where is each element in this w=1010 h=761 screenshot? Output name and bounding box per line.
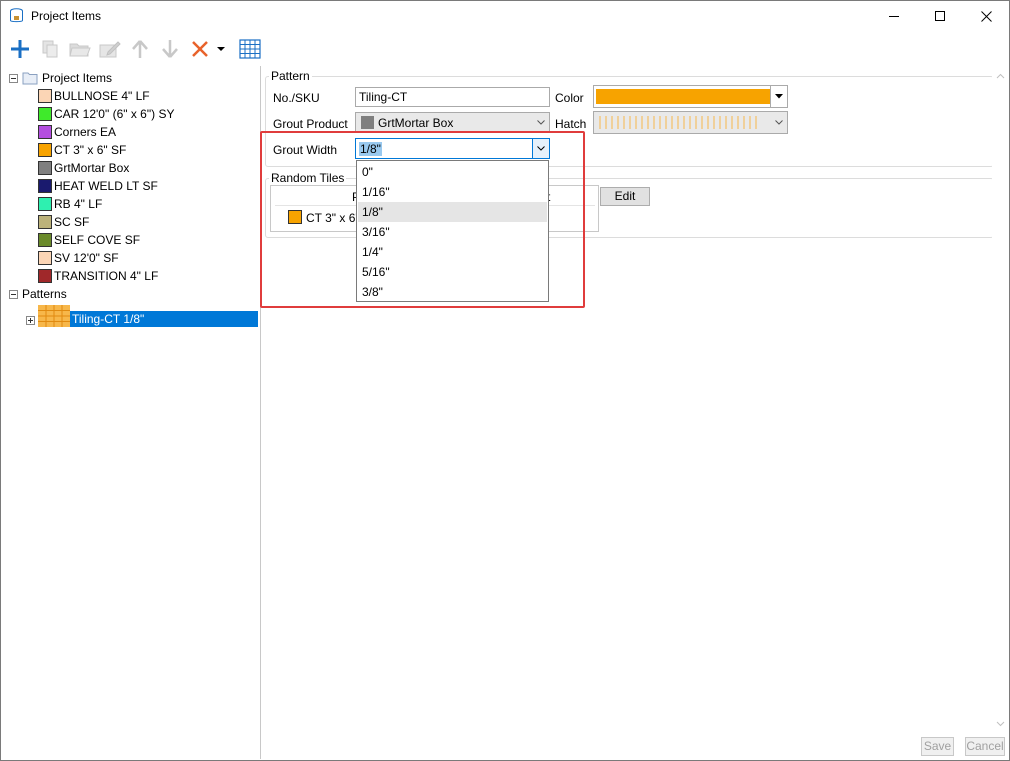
grid-icon	[239, 39, 261, 59]
tree-item[interactable]: GrtMortar Box	[38, 159, 129, 177]
color-swatch	[596, 89, 770, 104]
delete-options-dropdown[interactable]	[213, 36, 229, 62]
color-swatch	[38, 89, 52, 103]
vertical-scrollbar[interactable]	[992, 66, 1009, 734]
color-swatch	[38, 197, 52, 211]
window-title: Project Items	[31, 9, 102, 23]
open-button[interactable]	[67, 36, 93, 62]
tree-item-label: SV 12'0" SF	[54, 251, 119, 265]
color-swatch	[38, 125, 52, 139]
folder-open-icon	[69, 43, 91, 57]
edit-button[interactable]	[97, 36, 123, 62]
color-swatch	[38, 215, 52, 229]
tree-item-label: SC SF	[54, 215, 90, 229]
scroll-up-icon[interactable]	[992, 68, 1009, 85]
color-swatch	[38, 179, 52, 193]
color-swatch	[38, 107, 52, 121]
scroll-down-icon[interactable]	[992, 715, 1009, 732]
chevron-down-icon	[533, 113, 549, 132]
hatch-pattern-preview	[599, 116, 757, 129]
delete-x-icon	[192, 41, 208, 57]
tree-node-project-items[interactable]: Project Items	[9, 69, 112, 87]
folder-icon	[22, 72, 38, 85]
maximize-button[interactable]	[917, 1, 963, 32]
tree-item[interactable]: CAR 12'0" (6" x 6") SY	[38, 105, 174, 123]
close-button[interactable]	[963, 1, 1009, 32]
collapse-icon[interactable]	[9, 73, 18, 83]
move-down-button[interactable]	[157, 36, 183, 62]
grid-view-button[interactable]	[237, 36, 263, 62]
database-icon	[10, 8, 23, 23]
tree-item-label: SELF COVE SF	[54, 233, 141, 247]
project-tree: Project Items BULLNOSE 4" LF CAR 12'0" (6…	[2, 66, 261, 759]
sku-label: No./SKU	[273, 91, 320, 105]
tree-item[interactable]: SELF COVE SF	[38, 231, 140, 249]
tree-item[interactable]: SV 12'0" SF	[38, 249, 119, 267]
minimize-icon	[888, 16, 899, 17]
collapse-icon[interactable]	[9, 289, 18, 299]
cancel-button[interactable]: Cancel	[965, 737, 1005, 756]
tree-item[interactable]: Corners EA	[38, 123, 116, 141]
tile-pattern-icon	[38, 305, 70, 327]
grout-swatch	[361, 116, 374, 129]
tree-node-pattern-item[interactable]: Tiling-CT 1/8"	[38, 305, 258, 327]
grout-product-label: Grout Product	[273, 117, 348, 131]
chevron-down-icon[interactable]	[770, 86, 787, 107]
toolbar	[1, 34, 1009, 64]
arrow-up-icon	[132, 40, 148, 58]
edit-button[interactable]: Edit	[600, 187, 650, 206]
color-swatch	[38, 233, 52, 247]
add-button[interactable]	[7, 36, 33, 62]
tree-node-patterns[interactable]: Patterns	[9, 285, 67, 303]
tree-item[interactable]: CT 3" x 6" SF	[38, 141, 126, 159]
highlight-annotation	[260, 131, 585, 308]
color-picker[interactable]	[593, 85, 788, 108]
tree-item-label: RB 4" LF	[54, 197, 103, 211]
tree-item[interactable]: HEAT WELD LT SF	[38, 177, 158, 195]
tree-item-label: Corners EA	[54, 125, 117, 139]
expand-icon[interactable]	[26, 316, 35, 325]
hatch-label: Hatch	[555, 117, 587, 131]
chevron-down-icon	[771, 112, 787, 133]
project-items-window: Project Items Project Items BULLNOSE 4" …	[0, 0, 1010, 761]
color-label: Color	[555, 91, 584, 105]
title-bar: Project Items	[1, 1, 1009, 32]
color-swatch	[38, 143, 52, 157]
copy-icon	[42, 40, 58, 58]
sku-input[interactable]: Tiling-CT	[355, 87, 550, 107]
close-icon	[980, 11, 992, 22]
pattern-group-title: Pattern	[269, 69, 312, 83]
tree-item-label: TRANSITION 4" LF	[54, 269, 159, 283]
color-swatch	[38, 161, 52, 175]
tree-item[interactable]: BULLNOSE 4" LF	[38, 87, 150, 105]
tree-item-label: CT 3" x 6" SF	[54, 143, 127, 157]
move-up-button[interactable]	[127, 36, 153, 62]
dropdown-caret-icon	[217, 47, 225, 51]
arrow-down-icon	[162, 40, 178, 58]
tree-item-label: HEAT WELD LT SF	[54, 179, 158, 193]
maximize-icon	[934, 11, 945, 21]
tree-item[interactable]: SC SF	[38, 213, 89, 231]
plus-icon	[11, 40, 29, 58]
save-button[interactable]: Save	[921, 737, 954, 756]
tree-item-label: GrtMortar Box	[54, 161, 130, 175]
minimize-button[interactable]	[871, 1, 917, 32]
tree-item-label: CAR 12'0" (6" x 6") SY	[54, 107, 175, 121]
tree-item-label: BULLNOSE 4" LF	[54, 89, 150, 103]
color-swatch	[38, 269, 52, 283]
edit-icon	[99, 41, 121, 58]
copy-button[interactable]	[37, 36, 63, 62]
grout-product-combo[interactable]: GrtMortar Box	[355, 112, 550, 133]
color-swatch	[38, 251, 52, 265]
hatch-combo[interactable]	[593, 111, 788, 134]
tree-item[interactable]: RB 4" LF	[38, 195, 102, 213]
delete-button[interactable]	[187, 36, 213, 62]
tree-item[interactable]: TRANSITION 4" LF	[38, 267, 158, 285]
